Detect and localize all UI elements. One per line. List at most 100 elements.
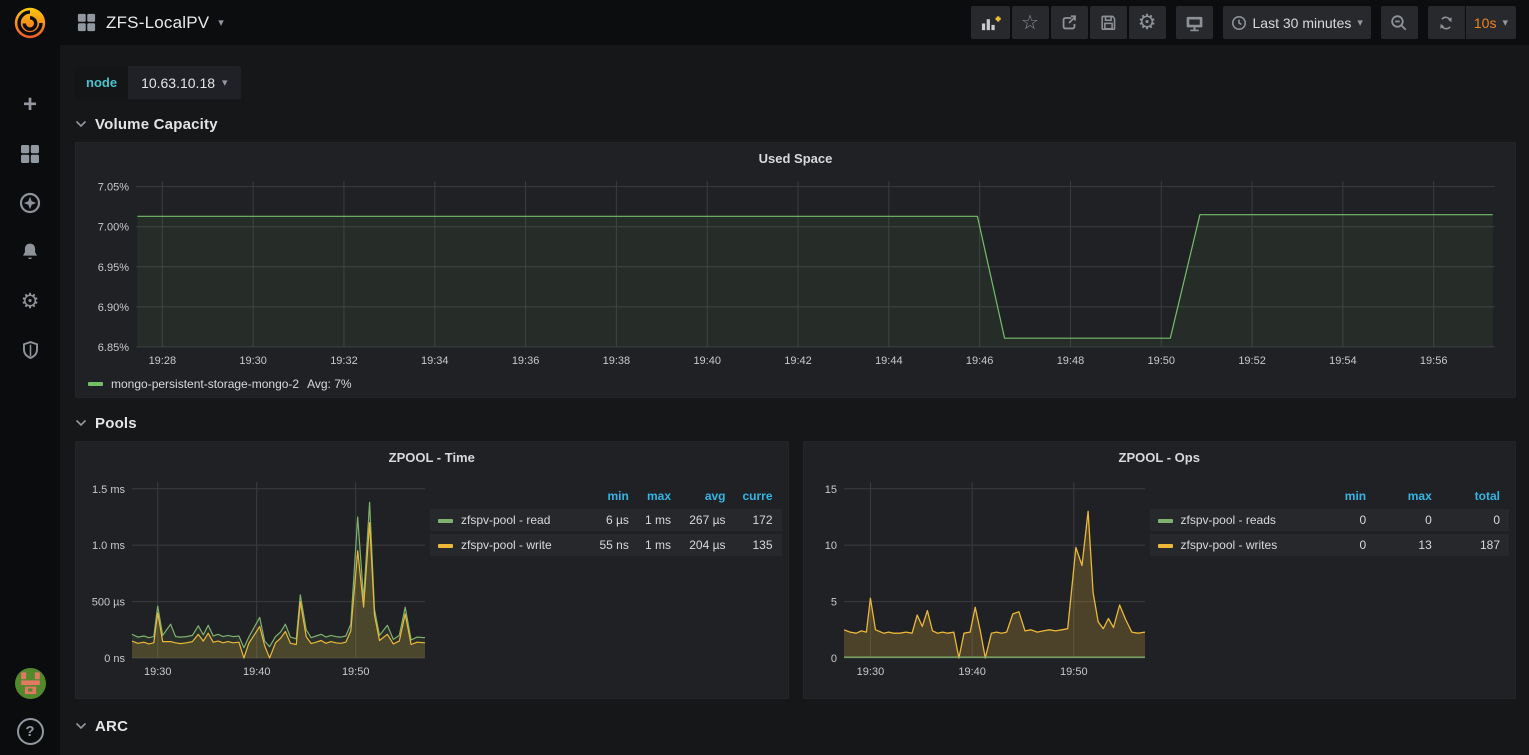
legend-column-header: min — [1315, 487, 1375, 506]
used-space-chart[interactable]: 7.05%7.00%6.95%6.90%6.85%19:2819:3019:32… — [84, 173, 1507, 371]
zpool-ops-chart[interactable]: 15105019:3019:4019:50 — [810, 472, 1150, 684]
chevron-down-icon — [75, 717, 87, 735]
svg-text:19:42: 19:42 — [784, 355, 812, 367]
legend-cell-value: 0 — [1315, 509, 1375, 531]
svg-text:19:40: 19:40 — [243, 666, 271, 678]
refresh-button[interactable] — [1428, 6, 1465, 39]
svg-text:0: 0 — [830, 653, 836, 665]
svg-text:19:50: 19:50 — [1060, 666, 1088, 678]
svg-text:500 µs: 500 µs — [92, 597, 126, 609]
svg-text:10: 10 — [824, 540, 836, 552]
zoom-out-icon — [1389, 13, 1409, 33]
legend-row: zfspv-pool - write55 ns1 ms204 µs135 — [430, 534, 782, 556]
refresh-interval-picker[interactable]: 10s ▾ — [1466, 6, 1516, 39]
section-pools[interactable]: Pools — [75, 408, 1516, 438]
svg-text:19:56: 19:56 — [1420, 355, 1448, 367]
sidebar-item-explore[interactable] — [18, 191, 42, 215]
legend-cell-value: 55 ns — [592, 534, 638, 556]
sidebar-item-alerting[interactable] — [18, 240, 42, 264]
legend-series-name[interactable]: zfspv-pool - reads — [1150, 509, 1315, 531]
panel-title: ZPOOL - Ops — [1119, 450, 1200, 465]
bell-icon — [18, 240, 42, 264]
node-variable-picker[interactable]: node 10.63.10.18 ▾ — [75, 66, 241, 99]
section-title: ARC — [95, 718, 128, 735]
grafana-logo-icon — [11, 4, 49, 42]
series-swatch — [88, 382, 103, 386]
legend-cell-value: 187 — [1441, 534, 1509, 556]
section-volume-capacity[interactable]: Volume Capacity — [75, 109, 1516, 139]
zoom-out-button[interactable] — [1381, 6, 1418, 39]
star-dashboard-button[interactable]: ☆ — [1012, 6, 1049, 39]
svg-text:19:50: 19:50 — [342, 666, 370, 678]
node-variable-value: 10.63.10.18 — [141, 75, 215, 91]
series-swatch — [1158, 544, 1173, 548]
legend-cell-value: 1 ms — [638, 509, 680, 531]
time-range-picker[interactable]: Last 30 minutes ▾ — [1223, 6, 1371, 39]
sidebar-item-configuration[interactable]: ⚙ — [18, 289, 42, 313]
section-arc[interactable]: ARC — [75, 711, 1516, 741]
help-button[interactable]: ? — [17, 718, 44, 745]
topnav-actions: ☆ ⚙ — [971, 6, 1516, 39]
add-panel-icon — [979, 13, 1002, 33]
sidebar-item-server-admin[interactable] — [18, 338, 42, 362]
user-avatar[interactable] — [15, 668, 46, 704]
zpool-time-panel-header[interactable]: ZPOOL - Time — [76, 442, 788, 472]
sidebar: + ⚙ — [0, 0, 60, 755]
svg-text:19:38: 19:38 — [603, 355, 631, 367]
svg-text:1.0 ms: 1.0 ms — [92, 540, 126, 552]
tv-mode-button[interactable] — [1176, 6, 1213, 39]
svg-text:19:32: 19:32 — [330, 355, 358, 367]
svg-text:19:30: 19:30 — [144, 666, 172, 678]
zpool-ops-panel-header[interactable]: ZPOOL - Ops — [804, 442, 1516, 472]
series-swatch — [438, 519, 453, 523]
legend-series-name[interactable]: zfspv-pool - write — [430, 534, 592, 556]
chevron-down-icon — [75, 115, 87, 133]
settings-gear-icon: ⚙ — [1138, 12, 1157, 33]
zpool-time-panel: ZPOOL - Time 1.5 ms1.0 ms500 µs0 ns19:30… — [75, 441, 789, 699]
svg-text:15: 15 — [824, 484, 836, 496]
share-dashboard-button[interactable] — [1051, 6, 1088, 39]
template-variables-row: node 10.63.10.18 ▾ — [75, 66, 1516, 99]
zpool-time-chart[interactable]: 1.5 ms1.0 ms500 µs0 ns19:3019:4019:50 — [82, 472, 430, 684]
legend-column-header: curre — [735, 487, 782, 506]
page-title: ZFS-LocalPV — [106, 13, 209, 33]
legend-cell-value: 6 µs — [592, 509, 638, 531]
svg-text:6.90%: 6.90% — [98, 302, 129, 314]
legend-series-name[interactable]: mongo-persistent-storage-mongo-2 — [111, 377, 299, 391]
refresh-interval-label: 10s — [1474, 15, 1497, 31]
save-dashboard-button[interactable] — [1090, 6, 1127, 39]
refresh-icon — [1437, 14, 1455, 32]
svg-text:19:50: 19:50 — [1148, 355, 1176, 367]
svg-text:19:46: 19:46 — [966, 355, 994, 367]
save-icon — [1099, 13, 1118, 32]
legend-cell-value: 135 — [735, 534, 782, 556]
compass-icon — [18, 191, 42, 215]
sidebar-item-create[interactable]: + — [18, 93, 42, 117]
dashboard-grid-icon — [76, 12, 97, 33]
legend-avg-value: Avg: 7% — [307, 377, 351, 391]
svg-text:5: 5 — [830, 597, 836, 609]
svg-text:7.05%: 7.05% — [98, 182, 129, 194]
dashboards-grid-icon — [19, 143, 41, 165]
legend-column-header: min — [592, 487, 638, 506]
grafana-logo[interactable] — [8, 1, 52, 45]
refresh-group: 10s ▾ — [1428, 6, 1516, 39]
svg-text:19:48: 19:48 — [1057, 355, 1085, 367]
dashboard-title-button[interactable]: ZFS-LocalPV ▾ — [76, 12, 224, 33]
sidebar-item-dashboards[interactable] — [18, 142, 42, 166]
time-range-label: Last 30 minutes — [1253, 15, 1352, 31]
dashboard-settings-button[interactable]: ⚙ — [1129, 6, 1166, 39]
svg-text:6.85%: 6.85% — [98, 342, 129, 354]
legend-column-header: max — [638, 487, 680, 506]
svg-text:19:30: 19:30 — [239, 355, 267, 367]
legend-cell-value: 267 µs — [680, 509, 735, 531]
legend-cell-value: 0 — [1441, 509, 1509, 531]
svg-text:0 ns: 0 ns — [104, 653, 125, 665]
used-space-panel-header[interactable]: Used Space — [76, 143, 1515, 173]
legend-series-name[interactable]: zfspv-pool - writes — [1150, 534, 1315, 556]
shield-icon — [19, 339, 42, 362]
legend-series-name[interactable]: zfspv-pool - read — [430, 509, 592, 531]
add-panel-button[interactable] — [971, 6, 1010, 39]
gear-icon: ⚙ — [21, 291, 40, 312]
legend-cell-value: 172 — [735, 509, 782, 531]
